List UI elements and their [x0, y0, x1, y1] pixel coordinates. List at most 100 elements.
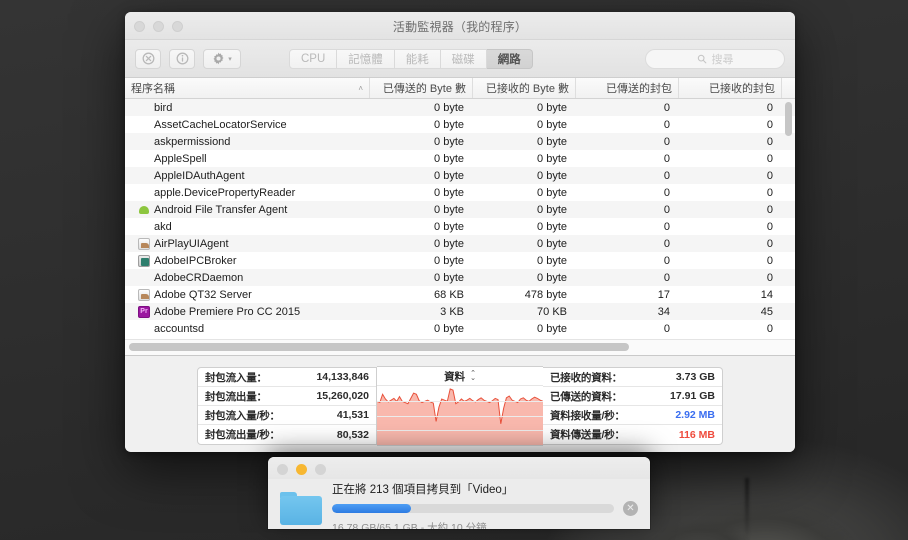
copy-dialog-titlebar [268, 457, 650, 479]
cell-packets-sent: 0 [663, 118, 670, 131]
table-row[interactable]: askpermissiond 0 byte 0 byte 0 0 [125, 133, 795, 150]
process-table[interactable]: bird 0 byte 0 byte 0 0 AssetCacheLocatorServi… [125, 99, 795, 339]
cell-packets-received: 0 [766, 237, 773, 250]
process-name-label: apple.DevicePropertyReader [154, 186, 296, 199]
data-stat-value: 116 MB [678, 428, 715, 441]
cell-packets-sent: 0 [663, 271, 670, 284]
cell-bytes-received: 0 byte [537, 322, 567, 335]
stop-circle-icon [142, 52, 154, 65]
tab-energy[interactable]: 能耗 [394, 48, 441, 69]
copy-progress-bar [332, 504, 614, 513]
cell-packets-received: 0 [766, 135, 773, 148]
table-row[interactable]: AdobeCRDaemon 0 byte 0 byte 0 0 [125, 269, 795, 286]
copy-dialog-minimize-button[interactable] [296, 464, 307, 475]
table-row[interactable]: accountsd 0 byte 0 byte 0 0 [125, 320, 795, 337]
column-header-packets-sent[interactable]: 已傳送的封包 [576, 78, 679, 98]
column-header-process-name[interactable]: 程序名稱 ˄ [125, 78, 370, 98]
cell-packets-received: 0 [766, 152, 773, 165]
process-name-label: bird [154, 101, 173, 114]
cell-process-name: AirPlayUIAgent [125, 237, 370, 250]
table-row[interactable]: AdobeIPCBroker 0 byte 0 byte 0 0 [125, 252, 795, 269]
packet-stat-label: 封包流入量： [205, 371, 267, 384]
cell-process-name: bird [125, 102, 370, 114]
cell-packets-sent: 0 [663, 322, 670, 335]
horizontal-scrollbar-thumb[interactable] [129, 343, 629, 351]
stop-process-button[interactable] [135, 48, 161, 69]
folder-icon [280, 491, 322, 525]
stepper-icon[interactable]: ⌃ ⌄ [470, 370, 476, 382]
network-area-chart [377, 386, 543, 445]
cell-bytes-sent: 0 byte [434, 118, 464, 131]
table-row[interactable]: AppleSpell 0 byte 0 byte 0 0 [125, 150, 795, 167]
no-icon [138, 170, 150, 182]
cell-bytes-sent: 0 byte [434, 220, 464, 233]
doc-app-icon [138, 288, 150, 301]
wallpaper-mountain-secondary [650, 500, 770, 540]
tab-cpu[interactable]: CPU [289, 48, 338, 69]
cell-bytes-received: 0 byte [537, 152, 567, 165]
cell-bytes-received: 0 byte [537, 203, 567, 216]
data-stat-value: 3.73 GB [675, 371, 715, 383]
data-stat-row: 已傳送的資料： 17.91 GB [543, 387, 722, 406]
cell-process-name: AppleIDAuthAgent [125, 170, 370, 182]
cell-process-name: Android File Transfer Agent [125, 204, 370, 216]
graph-mode-selector[interactable]: 資料 ⌃ ⌄ [377, 367, 543, 386]
cell-process-name: AssetCacheLocatorService [125, 119, 370, 131]
table-row[interactable]: AssetCacheLocatorService 0 byte 0 byte 0 0 [125, 116, 795, 133]
network-statistics-bar: 封包流入量： 14,133,846 封包流出量： 15,260,020 封包流入量/秒：… [125, 355, 795, 452]
table-row[interactable]: Pr Adobe Premiere Pro CC 2015 3 KB 70 KB 34 4… [125, 303, 795, 320]
cell-bytes-received: 0 byte [537, 220, 567, 233]
table-row[interactable]: apple.DevicePropertyReader 0 byte 0 byte 0 0 [125, 184, 795, 201]
table-row[interactable]: Android File Transfer Agent 0 byte 0 byte 0… [125, 201, 795, 218]
cell-bytes-received: 0 byte [537, 186, 567, 199]
cell-process-name: AdobeCRDaemon [125, 272, 370, 284]
column-header-bytes-received[interactable]: 已接收的 Byte 數 [473, 78, 576, 98]
search-field[interactable]: 搜尋 [645, 48, 785, 69]
cancel-copy-button[interactable]: ✕ [623, 501, 638, 516]
no-icon [138, 102, 150, 114]
no-icon [138, 153, 150, 165]
android-app-icon [138, 204, 150, 216]
cell-packets-received: 45 [760, 305, 773, 318]
cell-bytes-received: 478 byte [524, 288, 567, 301]
actions-menu-button[interactable]: ▾ [203, 48, 241, 69]
sort-ascending-icon: ˄ [358, 83, 363, 93]
cell-bytes-received: 0 byte [537, 101, 567, 114]
search-icon [697, 54, 706, 63]
copy-dialog-close-button[interactable] [277, 464, 288, 475]
tab-disk[interactable]: 磁碟 [440, 48, 487, 69]
cell-bytes-sent: 0 byte [434, 101, 464, 114]
process-name-label: akd [154, 220, 172, 233]
data-stat-label: 已傳送的資料： [550, 390, 623, 403]
doc-app-icon [138, 237, 150, 250]
packet-stat-row: 封包流入量/秒： 41,531 [198, 406, 376, 425]
cell-packets-received: 0 [766, 101, 773, 114]
table-row[interactable]: Adobe QT32 Server 68 KB 478 byte 17 14 [125, 286, 795, 303]
cell-bytes-received: 0 byte [537, 237, 567, 250]
cell-packets-sent: 34 [657, 305, 670, 318]
table-row[interactable]: AirPlayUIAgent 0 byte 0 byte 0 0 [125, 235, 795, 252]
table-row[interactable]: AppleIDAuthAgent 0 byte 0 byte 0 0 [125, 167, 795, 184]
window-titlebar: 活動監視器（我的程序） [125, 12, 795, 40]
column-header-bytes-sent[interactable]: 已傳送的 Byte 數 [370, 78, 473, 98]
cell-bytes-received: 0 byte [537, 135, 567, 148]
cell-packets-received: 0 [766, 186, 773, 199]
tab-memory[interactable]: 記憶體 [337, 48, 395, 69]
process-name-label: AssetCacheLocatorService [154, 118, 287, 131]
tab-network[interactable]: 網路 [486, 48, 533, 69]
table-row[interactable]: bird 0 byte 0 byte 0 0 [125, 99, 795, 116]
inspect-process-button[interactable] [169, 48, 195, 69]
data-stat-value: 2.92 MB [675, 409, 715, 421]
vertical-scrollbar-thumb[interactable] [785, 102, 792, 136]
cell-bytes-sent: 0 byte [434, 169, 464, 182]
wallpaper-mountain-crevice [745, 478, 749, 540]
cell-bytes-sent: 3 KB [440, 305, 464, 318]
process-name-label: Adobe Premiere Pro CC 2015 [154, 305, 301, 318]
horizontal-scrollbar[interactable] [125, 339, 795, 355]
copy-dialog-zoom-button[interactable] [315, 464, 326, 475]
copy-dialog-traffic-lights [277, 464, 326, 475]
column-header-packets-received[interactable]: 已接收的封包 [679, 78, 782, 98]
table-row[interactable]: akd 0 byte 0 byte 0 0 [125, 218, 795, 235]
cell-packets-sent: 0 [663, 254, 670, 267]
process-name-label: AdobeCRDaemon [154, 271, 244, 284]
